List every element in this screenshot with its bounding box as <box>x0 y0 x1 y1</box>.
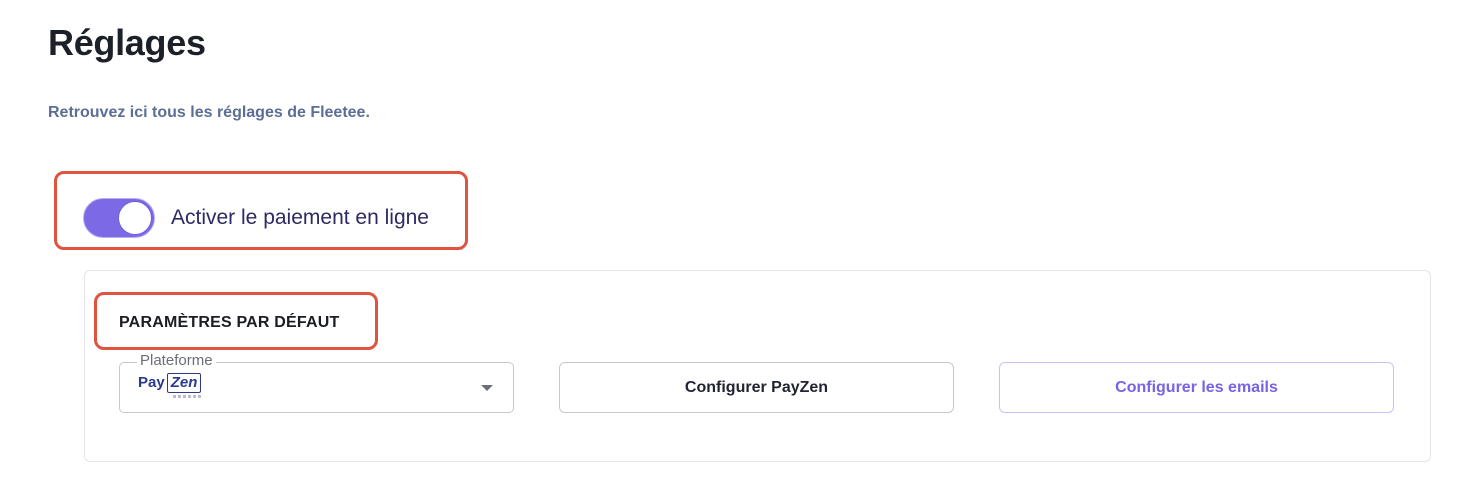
platform-select-label: Plateforme <box>137 352 216 370</box>
online-payment-toggle-row[interactable]: Activer le paiement en ligne <box>83 198 429 238</box>
online-payment-switch[interactable] <box>83 198 155 238</box>
section-title: PARAMÈTRES PAR DÉFAUT <box>119 314 340 331</box>
page-title: Réglages <box>48 22 206 63</box>
page-subtitle: Retrouvez ici tous les réglages de Fleet… <box>48 104 370 121</box>
chevron-down-icon[interactable] <box>481 385 493 391</box>
payzen-logo-zen: Zen <box>166 373 202 393</box>
payzen-logo-pay: Pay <box>138 374 165 391</box>
platform-select[interactable]: Plateforme Pay Zen <box>119 352 514 413</box>
switch-knob <box>118 201 152 235</box>
payzen-logo-tagline <box>173 395 203 398</box>
configure-emails-button[interactable]: Configurer les emails <box>999 362 1394 413</box>
configure-payzen-button[interactable]: Configurer PayZen <box>559 362 954 413</box>
payzen-logo: Pay Zen <box>138 372 203 400</box>
online-payment-toggle-label[interactable]: Activer le paiement en ligne <box>171 206 429 230</box>
